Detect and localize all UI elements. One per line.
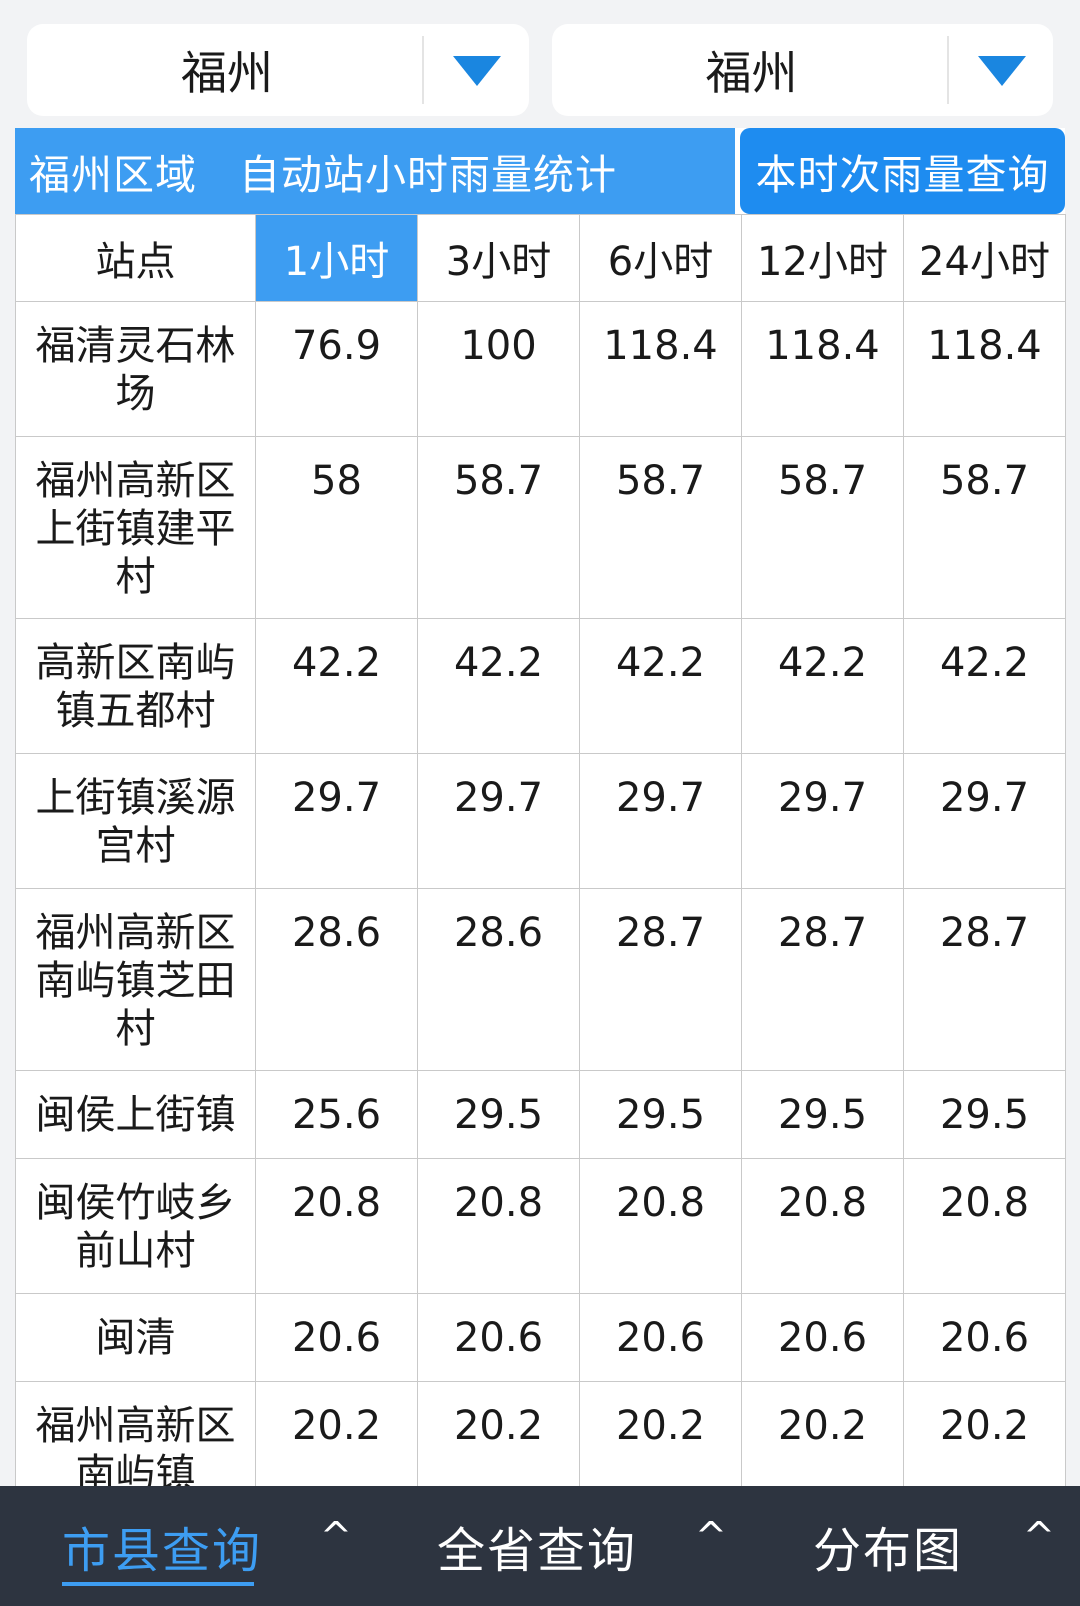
table-header-row: 站点 1小时 3小时 6小时 12小时 24小时	[15, 214, 1066, 302]
table-row: 闽清 20.6 20.6 20.6 20.6 20.6	[15, 1293, 1066, 1382]
nav-item-distribution-map[interactable]: 分布图 ^	[740, 1486, 1080, 1606]
rain-value: 42.2	[255, 618, 418, 754]
station-name: 上街镇溪源宫村	[15, 753, 256, 889]
nav-item-city-county-query[interactable]: 市县查询 ^	[0, 1486, 365, 1606]
select-divider	[946, 36, 949, 104]
rain-value: 118.4	[579, 301, 742, 437]
rainfall-table: 站点 1小时 3小时 6小时 12小时 24小时 福清灵石林场 76.9 100…	[15, 214, 1066, 1517]
column-header-1h[interactable]: 1小时	[255, 214, 418, 302]
rain-value: 20.8	[417, 1158, 580, 1294]
rain-value: 20.6	[579, 1293, 742, 1382]
station-name: 福清灵石林场	[15, 301, 256, 437]
rain-value: 42.2	[903, 618, 1066, 754]
column-header-station: 站点	[15, 214, 256, 302]
column-header-6h[interactable]: 6小时	[579, 214, 742, 302]
rain-value: 29.7	[255, 753, 418, 889]
rain-value: 20.6	[255, 1293, 418, 1382]
select-divider	[422, 36, 424, 104]
active-tab-underline	[62, 1582, 254, 1586]
rain-value: 42.2	[417, 618, 580, 754]
station-name: 闽侯上街镇	[15, 1070, 256, 1159]
bottom-nav: 市县查询 ^ 全省查询 ^ 分布图 ^	[0, 1486, 1080, 1606]
rain-value: 28.7	[741, 888, 904, 1071]
page-title: 福州区域 自动站小时雨量统计	[15, 128, 735, 214]
region-selectors: 福州 福州	[27, 24, 1053, 116]
rain-value: 58.7	[417, 436, 580, 619]
rain-value: 76.9	[255, 301, 418, 437]
rain-value: 100	[417, 301, 580, 437]
chevron-up-icon[interactable]: ^	[695, 1514, 727, 1558]
rain-value: 29.7	[741, 753, 904, 889]
station-name: 福州高新区上街镇建平村	[15, 436, 256, 619]
table-row: 高新区南屿镇五都村 42.2 42.2 42.2 42.2 42.2	[15, 618, 1066, 754]
rain-value: 29.5	[417, 1070, 580, 1159]
city-select-right-value: 福州	[705, 46, 798, 100]
column-header-12h[interactable]: 12小时	[741, 214, 904, 302]
rain-value: 28.7	[903, 888, 1066, 1071]
nav-item-label: 全省查询	[437, 1523, 638, 1579]
station-name: 闽清	[15, 1293, 256, 1382]
page: 福州 福州 福州区域 自动站小时雨量统计 本时次雨量查询 站点 1小时 3小时 …	[0, 0, 1080, 1606]
table-row: 福州高新区上街镇建平村 58 58.7 58.7 58.7 58.7	[15, 436, 1066, 619]
city-select-right[interactable]: 福州	[551, 24, 1053, 116]
rain-value: 118.4	[903, 301, 1066, 437]
rain-value: 58.7	[903, 436, 1066, 619]
stats-header: 福州区域 自动站小时雨量统计 本时次雨量查询	[15, 128, 1065, 214]
table-row: 福清灵石林场 76.9 100 118.4 118.4 118.4	[15, 301, 1066, 437]
nav-item-province-query[interactable]: 全省查询 ^	[365, 1486, 740, 1606]
station-name: 福州高新区南屿镇芝田村	[15, 888, 256, 1071]
current-rain-query-button[interactable]: 本时次雨量查询	[740, 128, 1065, 214]
rain-value: 29.5	[579, 1070, 742, 1159]
rain-value: 29.7	[579, 753, 742, 889]
city-select-left-value: 福州	[181, 46, 273, 100]
rain-value: 42.2	[741, 618, 904, 754]
caret-down-icon[interactable]	[453, 56, 501, 86]
table-row: 上街镇溪源宫村 29.7 29.7 29.7 29.7 29.7	[15, 753, 1066, 889]
rain-value: 28.6	[255, 888, 418, 1071]
caret-down-icon[interactable]	[977, 56, 1026, 86]
rain-value: 118.4	[741, 301, 904, 437]
rain-value: 20.6	[741, 1293, 904, 1382]
nav-item-label: 分布图	[813, 1523, 964, 1579]
station-name: 闽侯竹岐乡前山村	[15, 1158, 256, 1294]
rain-value: 20.6	[903, 1293, 1066, 1382]
rain-value: 25.6	[255, 1070, 418, 1159]
column-header-24h[interactable]: 24小时	[903, 214, 1066, 302]
rain-value: 58.7	[579, 436, 742, 619]
rain-value: 28.6	[417, 888, 580, 1071]
table-row: 闽侯竹岐乡前山村 20.8 20.8 20.8 20.8 20.8	[15, 1158, 1066, 1294]
rain-value: 20.8	[255, 1158, 418, 1294]
rain-value: 20.8	[579, 1158, 742, 1294]
rain-value: 20.8	[741, 1158, 904, 1294]
rain-value: 28.7	[579, 888, 742, 1071]
rain-value: 42.2	[579, 618, 742, 754]
rain-value: 20.6	[417, 1293, 580, 1382]
station-name: 高新区南屿镇五都村	[15, 618, 256, 754]
table-row: 福州高新区南屿镇芝田村 28.6 28.6 28.7 28.7 28.7	[15, 888, 1066, 1071]
rain-value: 29.7	[417, 753, 580, 889]
rain-value: 29.5	[741, 1070, 904, 1159]
rain-value: 58.7	[741, 436, 904, 619]
nav-item-label: 市县查询	[62, 1523, 263, 1579]
rain-value: 58	[255, 436, 418, 619]
table-row: 闽侯上街镇 25.6 29.5 29.5 29.5 29.5	[15, 1070, 1066, 1159]
city-select-left[interactable]: 福州	[27, 24, 529, 116]
rain-value: 20.8	[903, 1158, 1066, 1294]
rain-value: 29.5	[903, 1070, 1066, 1159]
rain-value: 29.7	[903, 753, 1066, 889]
chevron-up-icon[interactable]: ^	[1023, 1514, 1055, 1558]
column-header-3h[interactable]: 3小时	[417, 214, 580, 302]
chevron-up-icon[interactable]: ^	[320, 1514, 352, 1558]
